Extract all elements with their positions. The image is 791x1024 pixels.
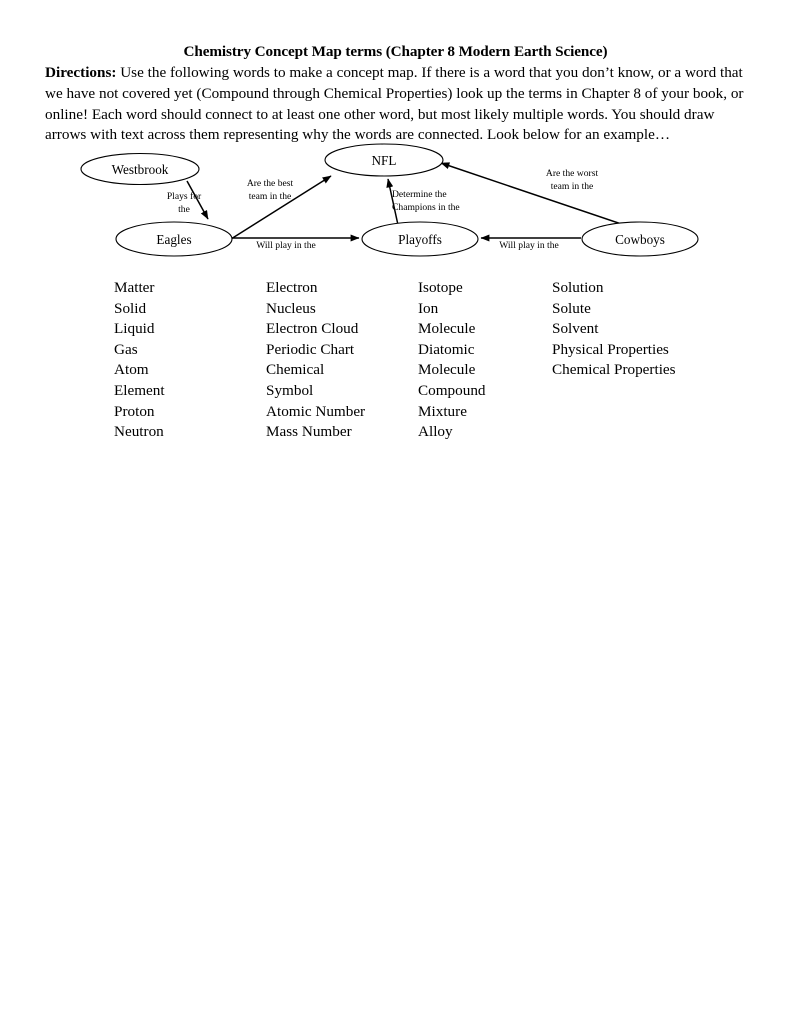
word-item: Isotope [418,279,463,296]
word-item: Electron Cloud [266,320,359,338]
vocabulary-word-list: Matter Solid Liquid Gas Atom Element Proton Neu… [114,278,734,443]
node-label-eagles: Eagles [156,232,191,247]
edge-label-playoffs-nfl-line2: Champions in the [392,202,460,213]
word-item: Chemical Properties [552,361,676,379]
edge-label-eagles-playoffs-line1: Will play in the [256,240,316,251]
word-item: Physical Properties [552,340,669,358]
edge-label-cowboys-nfl-line1: Are the worst [546,168,599,179]
word-item: Mass Number [266,423,352,441]
node-label-nfl: NFL [372,153,397,168]
word-item: Neutron [114,423,164,441]
word-item: Proton [114,402,155,420]
directions-label: Directions: [45,64,117,81]
word-item: Molecule [418,361,476,379]
word-item: Electron [266,279,318,296]
word-item: Solution [552,279,604,296]
word-item: Ion [418,299,439,317]
edge-cowboys-playoffs: Will play in the [480,234,581,251]
word-item: Symbol [266,381,314,399]
directions-paragraph: Directions: Use the following words to m… [45,63,745,146]
word-item: Mixture [418,402,467,420]
word-column-3: Isotope Ion Molecule Diatomic Molecule Compou… [418,278,552,443]
edge-label-eagles-nfl-line1: Are the best [247,178,294,189]
word-item: Gas [114,340,138,358]
word-item: Periodic Chart [266,340,355,358]
word-item: Solute [552,299,591,317]
word-column-2: Electron Nucleus Electron Cloud Periodic Ch… [266,278,418,443]
edge-label-eagles-nfl-line2: team in the [249,191,292,202]
word-item: Liquid [114,320,155,338]
word-column-1: Matter Solid Liquid Gas Atom Element Proton Neu… [114,278,266,443]
node-label-playoffs: Playoffs [398,232,442,247]
node-label-cowboys: Cowboys [615,232,665,247]
word-item: Atom [114,361,149,379]
word-item: Solid [114,299,147,317]
node-westbrook: Westbrook [80,152,200,186]
word-item: Atomic Number [266,402,366,420]
word-item: Element [114,381,165,399]
edge-label-westbrook-eagles-line2: the [178,204,190,215]
node-playoffs: Playoffs [361,221,479,257]
edge-cowboys-nfl: Are the worst team in the [440,162,649,234]
edge-playoffs-nfl: Determine the Champions in the [386,178,460,226]
node-eagles: Eagles [115,221,233,257]
word-item: Chemical [266,361,325,379]
word-item: Nucleus [266,299,316,317]
edge-eagles-playoffs: Will play in the [232,234,360,251]
word-item: Compound [418,381,486,399]
word-item: Matter [114,279,155,296]
edge-label-playoffs-nfl-line1: Determine the [392,189,447,200]
word-item: Solvent [552,320,599,338]
word-item: Molecule [418,320,476,338]
edge-eagles-nfl: Are the best team in the [230,175,332,240]
word-column-4: Solution Solute Solvent Physical Properties… [552,278,732,443]
node-label-westbrook: Westbrook [112,162,169,177]
edge-label-cowboys-nfl-line2: team in the [551,181,594,192]
node-cowboys: Cowboys [581,221,699,257]
directions-body: Use the following words to make a concep… [45,64,744,144]
edge-label-cowboys-playoffs-line1: Will play in the [499,240,559,251]
page-title: Chemistry Concept Map terms (Chapter 8 M… [183,43,608,60]
word-item: Alloy [418,423,453,441]
document-page: Chemistry Concept Map terms (Chapter 8 M… [0,0,791,1024]
edge-label-westbrook-eagles-line1: Plays for [167,191,202,202]
word-item: Diatomic [418,340,475,358]
edge-westbrook-eagles: Plays for the [167,180,209,220]
node-nfl: NFL [324,143,444,177]
